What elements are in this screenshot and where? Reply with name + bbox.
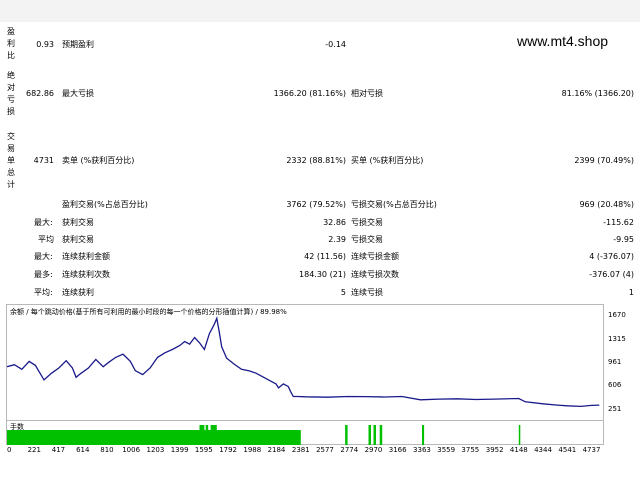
x-tick-label-19: 3755 (461, 446, 480, 454)
volume-chart-area: 手数 (7, 420, 603, 445)
x-tick-label-20: 3952 (485, 446, 504, 454)
profit-trades-value: 3762 (79.52%) (286, 200, 346, 209)
maximal-consecutive-loss-value: -376.07 (4) (589, 270, 634, 279)
x-tick-label-10: 1988 (243, 446, 262, 454)
x-tick-label-8: 1595 (194, 446, 213, 454)
volume-bar-0 (7, 430, 301, 445)
x-tick-label-24: 4737 (582, 446, 601, 454)
y-tick-label-0: 1670 (608, 311, 626, 319)
x-tick-label-11: 2184 (267, 446, 286, 454)
profit-trades-label: 盈利交易(%占总百分比) (62, 200, 148, 209)
volume-bar-4 (345, 425, 348, 445)
y-tick-label-3: 606 (608, 381, 622, 390)
maximal-consecutive-profit-value: 184.30 (21) (299, 270, 346, 279)
average-loss-trade-value: -9.95 (613, 235, 634, 244)
average-loss-trade-label: 亏损交易 (351, 235, 383, 244)
x-tick-label-6: 1203 (146, 446, 165, 454)
x-tick-label-1: 221 (27, 446, 41, 454)
x-tick-label-21: 4148 (509, 446, 528, 454)
maximal-label: 最多: (34, 270, 53, 279)
volume-bar-3 (210, 425, 217, 445)
maximal-drawdown-label: 最大亏损 (62, 89, 94, 98)
largest-profit-trade-value: 32.86 (323, 218, 346, 227)
watermark: www.mt4.shop (517, 33, 609, 49)
x-tick-label-5: 1006 (122, 446, 141, 454)
volume-chart-svg (7, 425, 521, 445)
maximal-drawdown-value: 1366.20 (81.16%) (273, 89, 346, 98)
average-consecutive-losses-value: 1 (628, 288, 634, 297)
volume-bar-6 (373, 425, 376, 445)
volume-bar-2 (205, 425, 209, 445)
x-tick-label-0: 0 (7, 446, 12, 454)
volume-bar-7 (379, 425, 383, 445)
y-tick-label-1: 1315 (608, 334, 626, 343)
balance-chart-area: 余额 / 每个跳动价格(基于所有可利用的最小时段的每一个价格的分形插值计算) /… (6, 305, 603, 419)
loss-trades-label: 亏损交易(%占总百分比) (351, 200, 437, 209)
balance-chart: 余额 / 每个跳动价格(基于所有可利用的最小时段的每一个价格的分形插值计算) /… (6, 304, 604, 445)
x-tick-label-23: 4541 (558, 446, 577, 454)
average-consecutive-wins-label: 连续获利 (62, 288, 94, 297)
x-tick-label-12: 2381 (291, 446, 310, 454)
average-profit-trade-value: 2.39 (328, 235, 346, 244)
expected-payoff-value: -0.14 (325, 40, 346, 49)
chart-title: 余额 / 每个跳动价格(基于所有可利用的最小时段的每一个价格的分形插值计算) /… (10, 308, 287, 316)
max-consecutive-wins-label: 连续获利金额 (62, 252, 110, 261)
y-tick-label-4: 251 (608, 405, 622, 413)
maximal-consecutive-loss-label: 连续亏损次数 (351, 270, 399, 279)
average-profit-trade-label: 获利交易 (62, 235, 94, 244)
x-tick-label-15: 2970 (364, 446, 383, 454)
balance-line-series-0 (6, 316, 600, 408)
max-consecutive-wins-value: 42 (11.56) (304, 252, 346, 261)
balance-chart-svg (6, 316, 600, 408)
volume-bar-8 (422, 425, 425, 445)
x-tick-label-16: 3166 (388, 446, 407, 454)
short-positions-label: 卖单 (%获利百分比) (62, 156, 135, 165)
maximum-label: 最大: (34, 252, 53, 261)
report-panel (0, 22, 640, 276)
long-positions-value: 2399 (70.49%) (574, 156, 634, 165)
x-tick-label-13: 2577 (316, 446, 334, 454)
volume-bar-5 (368, 425, 371, 445)
expected-payoff-label: 预期盈利 (62, 40, 94, 49)
largest-loss-trade-value: -115.62 (603, 218, 634, 227)
long-positions-label: 买单 (%获利百分比) (351, 156, 424, 165)
x-tick-label-7: 1399 (170, 446, 189, 454)
max-consecutive-losses-label: 连续亏损金额 (351, 252, 399, 261)
bottom-strip (0, 456, 640, 480)
average-consecutive-wins-value: 5 (340, 288, 346, 297)
x-tick-label-4: 810 (100, 446, 114, 454)
x-tick-label-22: 4344 (534, 446, 552, 454)
top-strip (0, 0, 640, 22)
x-tick-label-17: 3363 (413, 446, 431, 454)
x-tick-label-2: 417 (51, 446, 66, 454)
total-trades-value: 4731 (33, 156, 54, 165)
y-tick-label-2: 961 (608, 357, 622, 366)
x-tick-label-14: 2774 (340, 446, 359, 454)
x-tick-label-9: 1792 (219, 446, 238, 454)
side-label-absolute-drawdown: 绝对亏损 (7, 71, 15, 116)
max-consecutive-losses-value: 4 (-376.07) (589, 252, 634, 261)
largest-label: 最大: (34, 218, 53, 227)
largest-loss-trade-label: 亏损交易 (351, 218, 383, 227)
maximal-consecutive-profit-label: 连续获利次数 (62, 270, 110, 279)
profit-factor-value: 0.93 (36, 40, 54, 49)
absolute-drawdown-value: 682.86 (26, 89, 54, 98)
largest-profit-trade-label: 获利交易 (62, 218, 94, 227)
volume-bar-9 (518, 425, 521, 445)
volume-title: 手数 (10, 423, 24, 431)
loss-trades-value: 969 (20.48%) (579, 200, 634, 209)
x-tick-label-3: 614 (76, 446, 90, 454)
average-consecutive-label: 平均: (34, 288, 53, 297)
side-label-profit-factor: 盈利比 (7, 27, 15, 60)
volume-bar-1 (199, 425, 205, 445)
relative-drawdown-label: 相对亏损 (351, 89, 383, 98)
x-tick-label-18: 3559 (437, 446, 456, 454)
average-label: 平均 (38, 235, 54, 244)
relative-drawdown-value: 81.16% (1366.20) (561, 89, 634, 98)
short-positions-value: 2332 (88.81%) (286, 156, 346, 165)
side-label-total-trades: 交易单总计 (7, 132, 15, 189)
average-consecutive-losses-label: 连续亏损 (351, 288, 383, 297)
